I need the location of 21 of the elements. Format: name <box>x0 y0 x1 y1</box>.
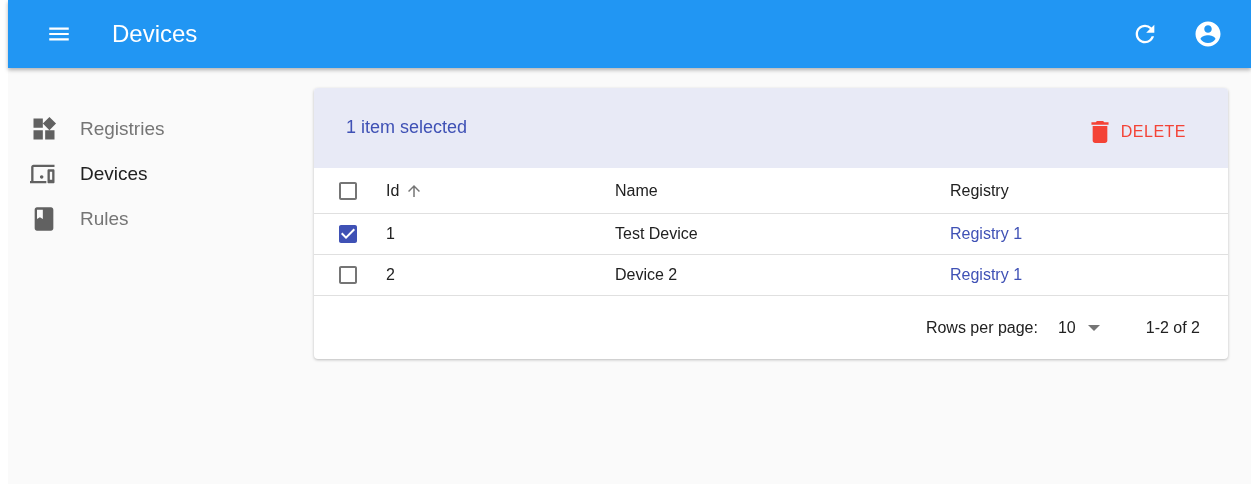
checkbox[interactable] <box>336 263 360 287</box>
sidebar-item[interactable]: Rules <box>8 196 314 241</box>
caret-icon <box>1087 325 1100 331</box>
sidebar-item[interactable]: Devices <box>8 151 314 196</box>
rows-per-page-label: Rows per page: <box>925 319 1038 337</box>
column-header[interactable]: Name <box>615 181 950 200</box>
rows-per-page-select[interactable]: 10 <box>1057 319 1106 337</box>
table-cell-text: Test Device <box>615 225 699 243</box>
registry-link[interactable]: Registry 1 <box>950 266 1023 283</box>
table-cell-text: Device 2 <box>615 266 679 284</box>
sidebar-item[interactable]: Registries <box>8 106 314 151</box>
page-range: 1-2 of 2 <box>1145 319 1200 337</box>
table-cell-text: 2 <box>386 266 396 284</box>
column-header[interactable]: Id <box>386 181 615 200</box>
column-header[interactable]: Registry <box>950 181 1228 200</box>
checkbox[interactable] <box>336 222 360 246</box>
table-cell-text: 1 <box>386 225 396 243</box>
trash-icon <box>1090 121 1109 143</box>
app-title: Devices <box>112 20 198 48</box>
registry-link[interactable]: Registry 1 <box>950 225 1023 242</box>
selection-count: 1 item selected <box>346 117 468 138</box>
